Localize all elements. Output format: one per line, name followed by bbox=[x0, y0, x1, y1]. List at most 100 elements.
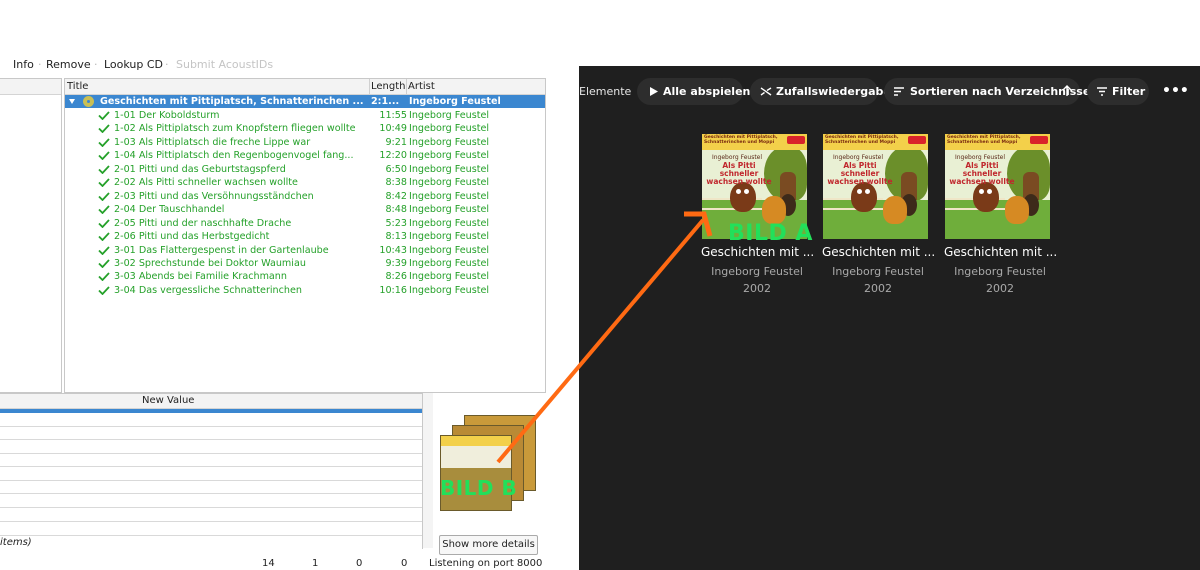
show-more-details-button[interactable]: Show more details bbox=[439, 535, 538, 555]
track-artist: Ingeborg Feustel bbox=[409, 150, 490, 162]
lookup-cd-button[interactable]: Lookup CD bbox=[104, 58, 163, 71]
cover-title-area bbox=[441, 446, 511, 468]
cover-eye bbox=[865, 189, 870, 194]
track-length: 10:49 bbox=[379, 123, 407, 135]
track-title: 2-05 Pitti und der naschhafte Drache bbox=[114, 217, 292, 229]
metadata-row-divider bbox=[0, 466, 422, 467]
check-icon bbox=[98, 192, 110, 201]
column-header-artist[interactable]: Artist bbox=[408, 81, 435, 92]
track-length: 8:42 bbox=[385, 190, 407, 202]
info-button[interactable]: Info bbox=[13, 58, 34, 71]
file-tree-panel[interactable] bbox=[0, 78, 62, 393]
track-row[interactable]: 2-04 Der Tauschhandel 8:48 Ingeborg Feuste… bbox=[65, 203, 545, 216]
album-cover-art[interactable]: Geschichten mit Pittiplatsch, Schnatteri… bbox=[823, 134, 928, 239]
track-row[interactable]: 2-05 Pitti und der naschhafte Drache 5:23… bbox=[65, 217, 545, 230]
filter-button[interactable]: Filter bbox=[1087, 78, 1149, 105]
cover-logo bbox=[908, 136, 926, 144]
column-divider[interactable] bbox=[369, 79, 370, 94]
file-tree-header bbox=[0, 79, 61, 95]
album-title[interactable]: Geschichten mit ... bbox=[944, 245, 1057, 259]
metadata-panel[interactable]: New Value items) bbox=[0, 393, 423, 549]
track-artist: Ingeborg Feustel bbox=[409, 136, 490, 148]
track-artist: Ingeborg Feustel bbox=[409, 177, 490, 189]
check-icon bbox=[98, 259, 110, 268]
check-icon bbox=[98, 272, 110, 282]
album-artist[interactable]: Ingeborg Feustel bbox=[701, 265, 813, 278]
track-artist: Ingeborg Feustel bbox=[409, 284, 490, 296]
track-length: 8:13 bbox=[385, 231, 407, 243]
track-row[interactable]: 1-01 Der Koboldsturm 11:55 Ingeborg Feuste… bbox=[65, 109, 545, 122]
album-cover-art[interactable]: Geschichten mit Pittiplatsch, Schnatteri… bbox=[945, 134, 1050, 239]
play-all-button[interactable]: Alle abspielen bbox=[637, 78, 750, 105]
cover-logo bbox=[787, 136, 805, 144]
track-artist: Ingeborg Feustel bbox=[409, 204, 490, 216]
shuffle-icon bbox=[760, 87, 772, 96]
filter-label: Filter bbox=[1112, 85, 1146, 98]
play-all-label: Alle abspielen bbox=[663, 85, 751, 98]
check-icon bbox=[98, 151, 110, 161]
track-row[interactable]: 2-02 Als Pitti schneller wachsen wollte 8… bbox=[65, 176, 545, 189]
cd-icon bbox=[83, 96, 94, 107]
track-title: 1-04 Als Pittiplatsch den Regenbogenvoge… bbox=[114, 150, 354, 162]
check-icon bbox=[98, 124, 110, 134]
remove-button[interactable]: Remove bbox=[46, 58, 91, 71]
cover-series-text: Geschichten mit Pittiplatsch, Schnatteri… bbox=[704, 135, 778, 145]
track-artist: Ingeborg Feustel bbox=[409, 257, 490, 269]
track-row[interactable]: 3-01 Das Flattergespenst in der Gartenla… bbox=[65, 244, 545, 257]
track-row[interactable]: 2-03 Pitti und das Versöhnungsständchen 8… bbox=[65, 190, 545, 203]
album-title[interactable]: Geschichten mit ... bbox=[701, 245, 814, 259]
more-options-button[interactable]: ••• bbox=[1162, 78, 1189, 105]
track-row[interactable]: 2-01 Pitti und das Geburtstagspferd 6:50 I… bbox=[65, 163, 545, 176]
expand-arrow-icon[interactable] bbox=[69, 99, 75, 104]
track-artist: Ingeborg Feustel bbox=[409, 244, 490, 256]
track-length: 12:20 bbox=[379, 150, 407, 162]
check-icon bbox=[98, 165, 110, 174]
track-row[interactable]: 1-04 Als Pittiplatsch den Regenbogenvoge… bbox=[65, 149, 545, 162]
cover-author: Ingeborg Feustel bbox=[832, 154, 884, 161]
album-row[interactable]: Geschichten mit Pittiplatsch, Schnatteri… bbox=[65, 95, 545, 108]
track-row[interactable]: 3-02 Sprechstunde bei Doktor Waumiau 9:39… bbox=[65, 257, 545, 270]
selected-metadata-row[interactable] bbox=[0, 409, 422, 413]
album-artist[interactable]: Ingeborg Feustel bbox=[944, 265, 1056, 278]
shuffle-label: Zufallswiedergabe bbox=[776, 85, 891, 98]
track-row[interactable]: 1-02 Als Pittiplatsch zum Knopfstern fli… bbox=[65, 122, 545, 135]
items-label: Elemente bbox=[579, 85, 632, 98]
cover-eye bbox=[857, 189, 862, 194]
album-view-panel[interactable]: Title Length Artist Geschichten mit Pitt… bbox=[64, 78, 546, 393]
submit-acoustids-button[interactable]: Submit AcoustIDs bbox=[176, 58, 273, 71]
toolbar-separator: · bbox=[94, 58, 98, 71]
track-row[interactable]: 1-03 Als Pittiplatsch die freche Lippe w… bbox=[65, 136, 545, 149]
cover-logo bbox=[1030, 136, 1048, 144]
cover-title: Als Pitti schneller wachsen wollte bbox=[949, 161, 1015, 186]
cover-eye bbox=[744, 189, 749, 194]
album-artist[interactable]: Ingeborg Feustel bbox=[822, 265, 934, 278]
album-title[interactable]: Geschichten mit ... bbox=[822, 245, 935, 259]
track-row[interactable]: 3-03 Abends bei Familie Krachmann 8:26 Ing… bbox=[65, 270, 545, 283]
metadata-row-divider bbox=[0, 453, 422, 454]
check-icon bbox=[98, 245, 110, 255]
album-view-header: Title Length Artist bbox=[65, 79, 545, 95]
track-length: 9:21 bbox=[385, 136, 407, 148]
new-value-column-header[interactable]: New Value bbox=[142, 395, 194, 406]
cover-author: Ingeborg Feustel bbox=[954, 154, 1006, 161]
track-length: 11:55 bbox=[379, 110, 407, 121]
track-length: 5:23 bbox=[385, 217, 407, 229]
column-header-length[interactable]: Length bbox=[371, 81, 406, 92]
album-length: 2:1... bbox=[371, 96, 400, 107]
track-row[interactable]: 2-06 Pitti und das Herbstgedicht 8:13 Inge… bbox=[65, 230, 545, 243]
track-artist: Ingeborg Feustel bbox=[409, 190, 490, 202]
metadata-row-divider bbox=[0, 439, 422, 440]
cover-character bbox=[1005, 196, 1029, 224]
track-artist: Ingeborg Feustel bbox=[409, 231, 490, 243]
column-divider[interactable] bbox=[406, 79, 407, 94]
column-header-title[interactable]: Title bbox=[67, 81, 88, 92]
track-length: 10:16 bbox=[379, 284, 407, 296]
cover-scrollbar[interactable] bbox=[423, 393, 433, 548]
shuffle-button[interactable]: Zufallswiedergabe bbox=[750, 78, 891, 105]
track-title: 3-01 Das Flattergespenst in der Gartenla… bbox=[114, 244, 329, 256]
cover-art-area[interactable] bbox=[434, 393, 544, 533]
toolbar: Info · Remove · Lookup CD · Submit Acous… bbox=[0, 58, 549, 72]
sort-button[interactable]: Sortieren nach Verzeichnisse bbox=[884, 78, 1090, 105]
metadata-row-divider bbox=[0, 480, 422, 481]
track-row[interactable]: 3-04 Das vergessliche Schnatterinchen 10:… bbox=[65, 284, 545, 297]
